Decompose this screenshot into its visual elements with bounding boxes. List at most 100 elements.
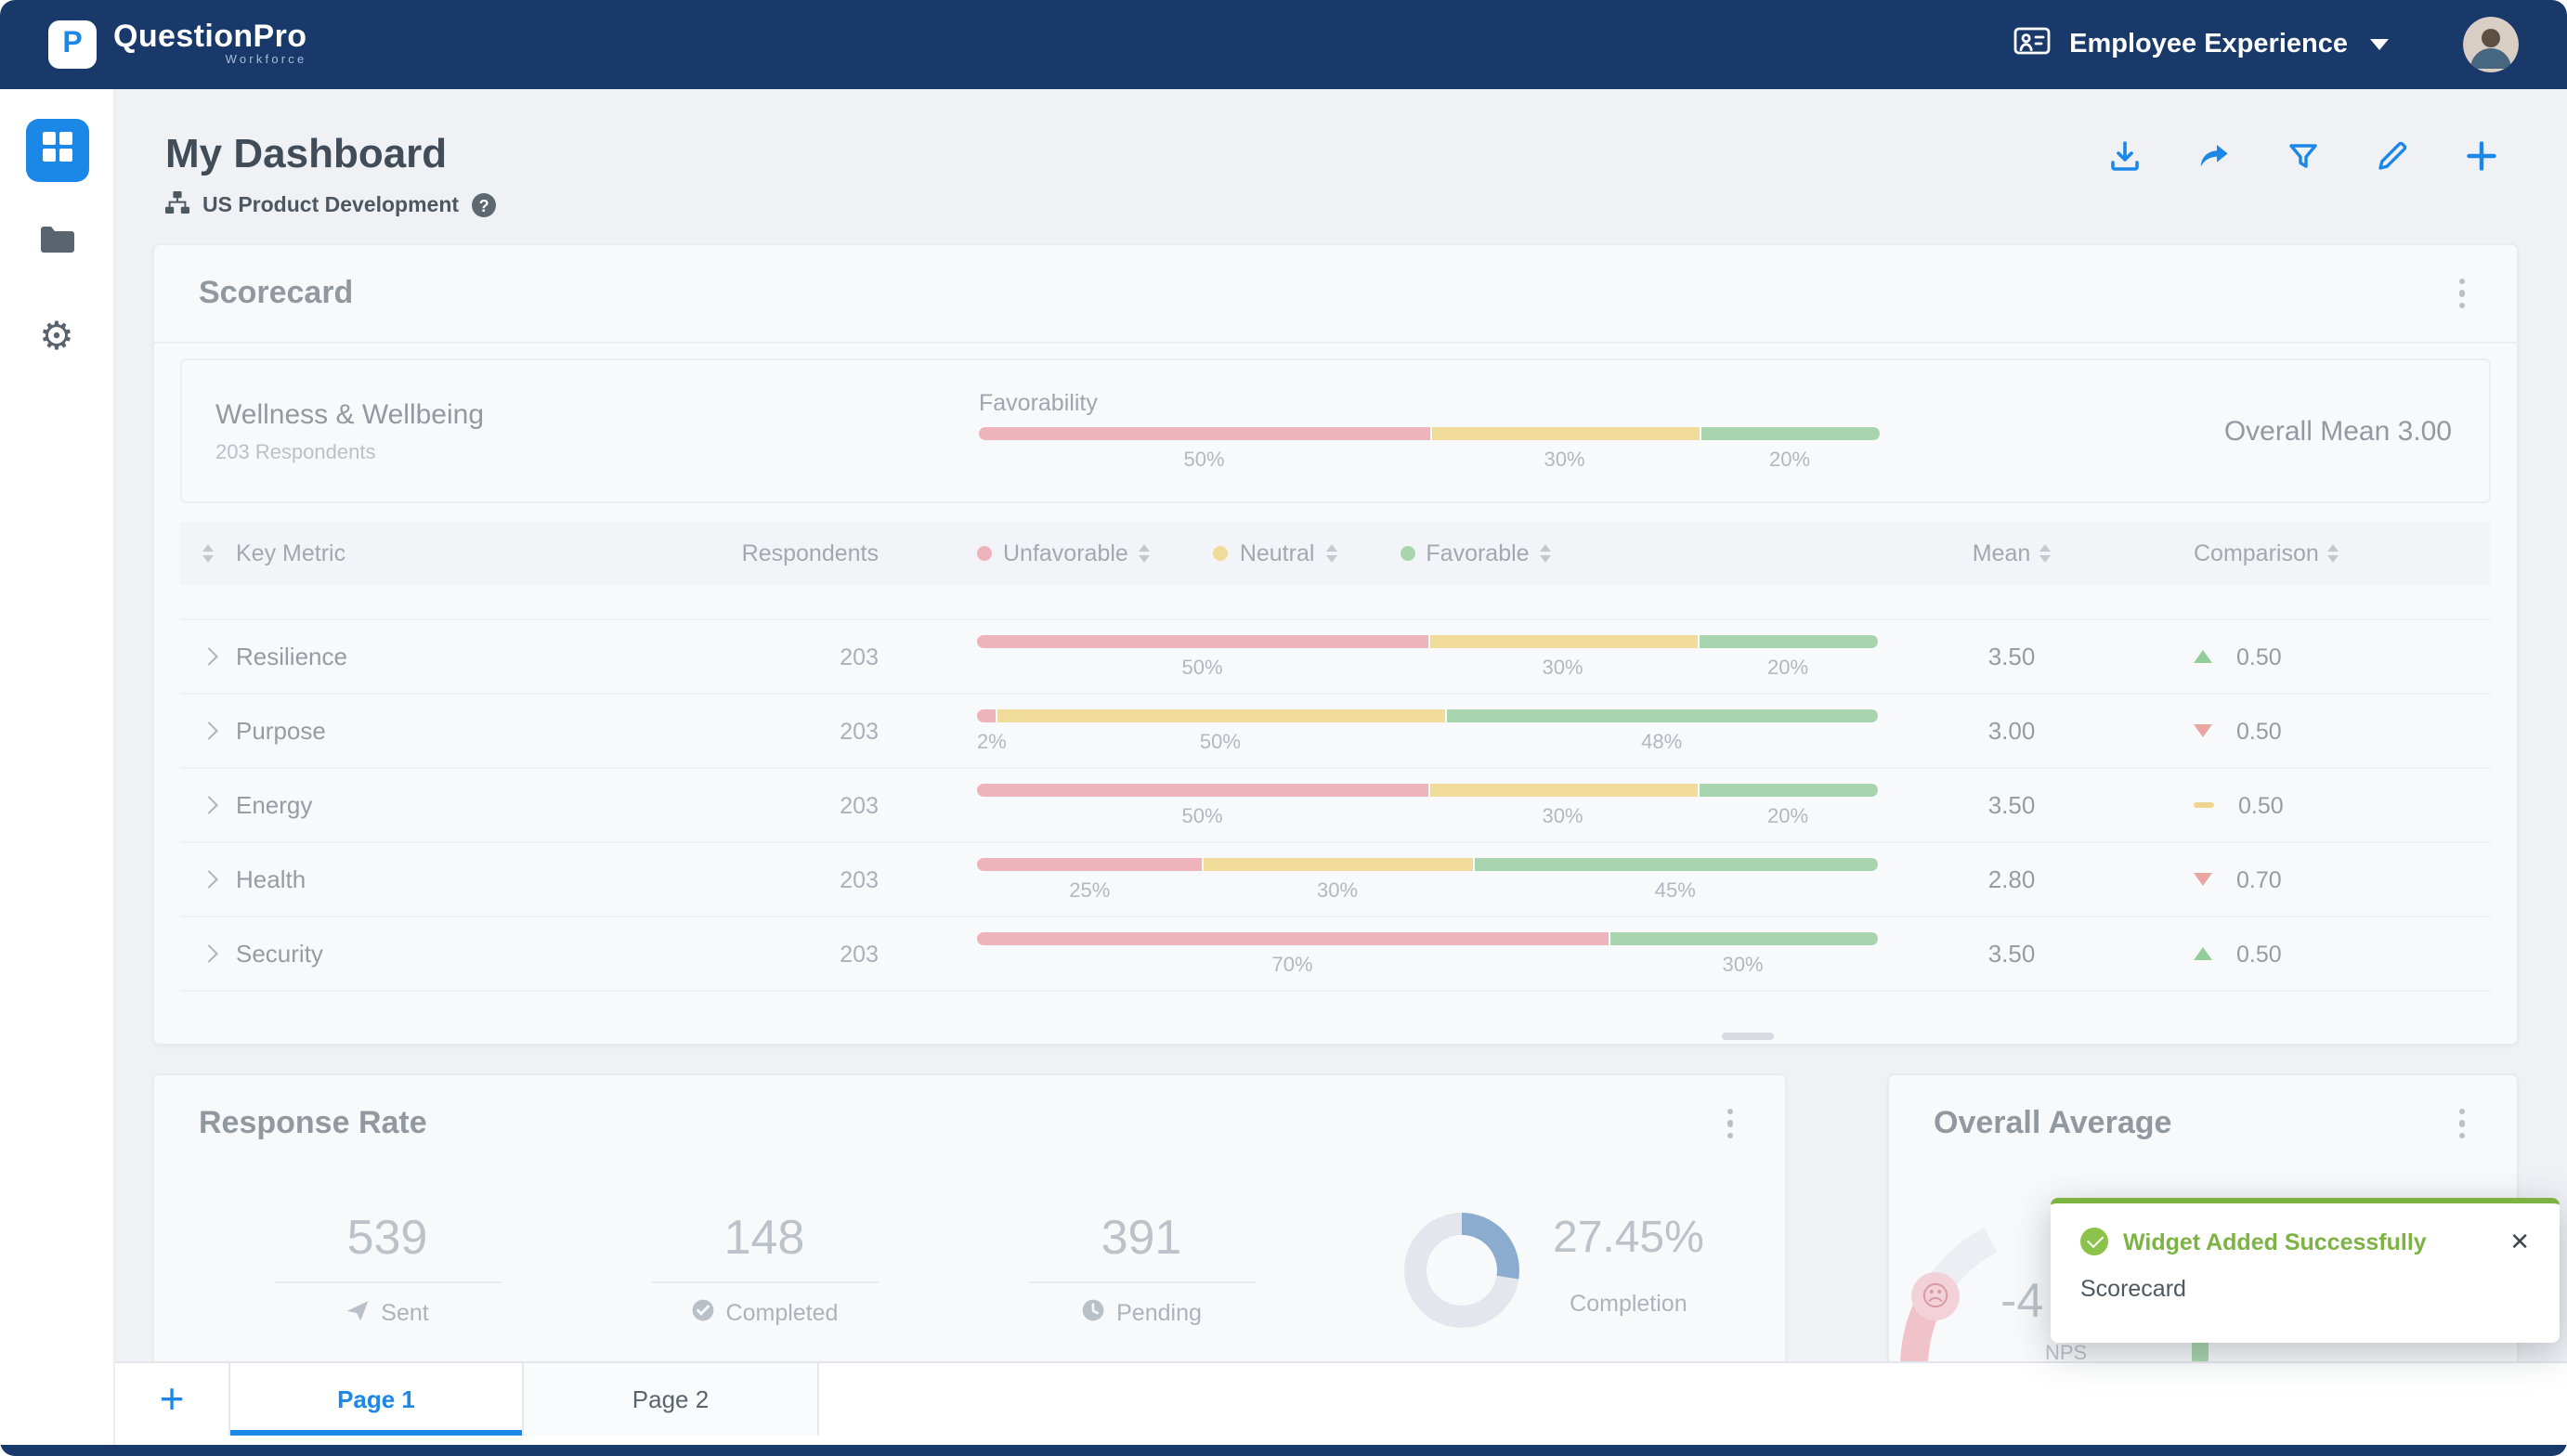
close-icon[interactable]: ✕ — [2509, 1229, 2530, 1254]
left-sidebar: ⚙ — [0, 89, 115, 1445]
segment-neutral — [1427, 783, 1698, 796]
segment-unfavorable — [977, 857, 1203, 870]
segment-label: 50% — [977, 805, 1427, 827]
stat-label: Pending — [953, 1298, 1330, 1328]
comparison-value: 0.50 — [2236, 941, 2282, 967]
segment-label: 30% — [1427, 656, 1698, 679]
divider — [651, 1281, 878, 1283]
segment-favorable — [1700, 427, 1880, 440]
mean-value: 2.80 — [1900, 865, 2123, 893]
folder-icon — [38, 224, 75, 263]
dashboard-grid-icon — [40, 129, 73, 172]
favorability-bar — [977, 634, 1878, 647]
expand-chevron-icon[interactable] — [199, 796, 217, 814]
legend-favorable[interactable]: Favorable — [1400, 540, 1551, 566]
mean-value: 3.50 — [1900, 643, 2123, 670]
scorecard-row[interactable]: Energy 203 50%30%20% 3.50 0.50 — [180, 769, 2491, 843]
scrollbar-thumb[interactable] — [1722, 1033, 1774, 1040]
column-mean[interactable]: Mean — [1900, 540, 2123, 566]
metric-name: Security — [236, 940, 737, 968]
segment-favorable — [1473, 857, 1879, 870]
sidebar-item-folders[interactable] — [25, 212, 88, 275]
legend-label: Favorable — [1426, 540, 1529, 566]
stat-label: Sent — [199, 1298, 576, 1328]
questionpro-logo[interactable]: P QuestionPro Workforce — [48, 20, 306, 69]
avatar[interactable] — [2463, 17, 2519, 72]
expand-chevron-icon[interactable] — [199, 647, 217, 666]
kebab-menu-icon[interactable] — [2451, 1101, 2472, 1147]
brand-product: Workforce — [226, 57, 307, 69]
group-respondents: 203 Respondents — [215, 441, 906, 463]
scorecard-summary: Wellness & Wellbeing 203 Respondents Fav… — [180, 358, 2491, 503]
dashboard-toolbar — [2106, 137, 2500, 175]
sort-icon[interactable] — [1325, 544, 1336, 563]
toast-notification: Widget Added Successfully ✕ Scorecard — [2051, 1198, 2560, 1343]
completion-donut-chart — [1404, 1213, 1519, 1328]
download-button[interactable] — [2106, 137, 2144, 175]
divider — [274, 1281, 501, 1283]
nps-value: -4 — [2000, 1272, 2043, 1330]
chevron-down-icon[interactable] — [2370, 39, 2389, 50]
segment-label: 30% — [1427, 805, 1698, 827]
stat-value: 539 — [199, 1209, 576, 1265]
workspace-selector[interactable]: Employee Experience — [2069, 30, 2348, 59]
segment-label: 48% — [1445, 731, 1878, 753]
segment-label: 25% — [977, 879, 1203, 902]
mean-value: 3.00 — [1900, 717, 2123, 745]
tab-page-1[interactable]: Page 1 — [228, 1363, 522, 1436]
column-comparison[interactable]: Comparison — [2123, 540, 2495, 566]
sort-icon[interactable] — [2328, 544, 2339, 563]
legend-label: Neutral — [1240, 540, 1315, 566]
favorability-bar — [977, 708, 1878, 722]
help-icon[interactable]: ? — [472, 193, 496, 217]
share-button[interactable] — [2196, 137, 2233, 175]
filter-button[interactable] — [2285, 137, 2322, 175]
widget-title: Scorecard — [199, 275, 353, 312]
brand-name: QuestionPro — [113, 21, 306, 53]
trend-icon — [2194, 947, 2212, 960]
stat-value: 391 — [953, 1209, 1330, 1265]
expand-chevron-icon[interactable] — [199, 722, 217, 740]
segment-neutral — [995, 708, 1445, 722]
segment-neutral — [1427, 634, 1698, 647]
scorecard-row[interactable]: Security 203 70%30% 3.50 0.50 — [180, 917, 2491, 992]
add-page-button[interactable]: + — [115, 1363, 228, 1436]
edit-button[interactable] — [2374, 137, 2411, 175]
kebab-menu-icon[interactable] — [1719, 1101, 1740, 1147]
scorecard-row[interactable]: Resilience 203 50%30%20% 3.50 0.50 — [180, 620, 2491, 695]
tab-page-2[interactable]: Page 2 — [522, 1363, 819, 1436]
sort-icon[interactable] — [1140, 544, 1151, 563]
expand-chevron-icon[interactable] — [199, 944, 217, 963]
sort-icon[interactable] — [1541, 544, 1552, 563]
segment-label: 20% — [1698, 805, 1878, 827]
respondents-value: 203 — [737, 792, 905, 818]
segment-unfavorable — [979, 427, 1429, 440]
sidebar-item-dashboards[interactable] — [25, 119, 88, 182]
add-widget-button[interactable] — [2463, 137, 2500, 175]
legend-unfavorable[interactable]: Unfavorable — [977, 540, 1151, 566]
segment-label: 50% — [979, 449, 1429, 472]
bar-labels: 50%30%20% — [977, 805, 1878, 827]
respondents-value: 203 — [737, 644, 905, 670]
segment-unfavorable — [977, 931, 1608, 944]
scorecard-row[interactable]: Health 203 25%30%45% 2.80 0.70 — [180, 843, 2491, 917]
employee-experience-icon — [2013, 23, 2051, 66]
stat-value: 148 — [576, 1209, 953, 1265]
sort-icon[interactable] — [202, 544, 214, 563]
kebab-menu-icon[interactable] — [2451, 271, 2472, 317]
segment-label: 20% — [1700, 449, 1880, 472]
unfavorable-dot-icon — [977, 546, 992, 561]
comparison-value: 0.50 — [2236, 644, 2282, 670]
expand-chevron-icon[interactable] — [199, 870, 217, 889]
respondents-value: 203 — [737, 941, 905, 967]
segment-label: 30% — [1429, 449, 1700, 472]
scorecard-row[interactable]: Purpose 203 2%50%48% 3.00 0.50 — [180, 695, 2491, 769]
questionpro-logo-icon: P — [48, 20, 97, 69]
sort-icon[interactable] — [2039, 544, 2051, 563]
check-circle-icon — [691, 1298, 715, 1328]
legend-neutral[interactable]: Neutral — [1214, 540, 1337, 566]
column-key-metric[interactable]: Key Metric — [236, 540, 737, 566]
column-respondents[interactable]: Respondents — [737, 540, 905, 566]
sidebar-item-settings[interactable]: ⚙ — [25, 305, 88, 368]
comparison-value: 0.70 — [2236, 866, 2282, 892]
